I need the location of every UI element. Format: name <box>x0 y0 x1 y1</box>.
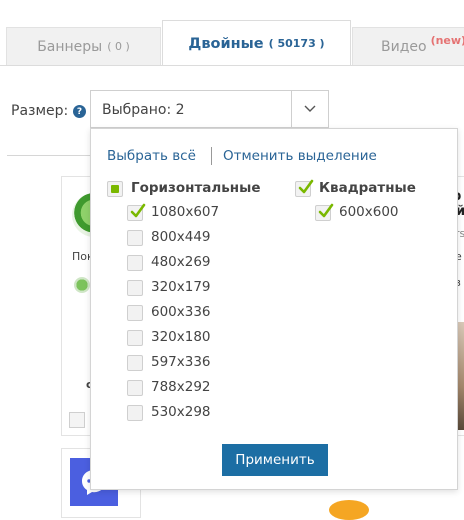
size-option-label: 530x298 <box>151 404 211 420</box>
size-option-label: 597x336 <box>151 354 211 370</box>
chevron-down-icon[interactable] <box>291 91 328 127</box>
tab-double[interactable]: Двойные ( 50173 ) <box>162 20 351 66</box>
card-image <box>329 500 369 520</box>
group-label: Горизонтальные <box>131 180 261 196</box>
size-option-checkbox[interactable] <box>127 405 143 421</box>
tabs-bar: Баннеры ( 0 ) Двойные ( 50173 ) Видео (n… <box>0 0 464 66</box>
tab-banners-count: ( 0 ) <box>107 40 130 53</box>
size-select-value: Выбрано: 2 <box>102 102 185 118</box>
checkmark-icon <box>318 203 334 218</box>
checkmark-icon <box>130 203 146 218</box>
size-option-checkbox[interactable] <box>127 355 143 371</box>
size-label: Размер: <box>11 103 69 119</box>
group-label: Квадратные <box>319 180 416 196</box>
tab-banners-label: Баннеры <box>37 38 103 55</box>
size-option-checkbox[interactable] <box>127 203 146 221</box>
tab-double-count: ( 50173 ) <box>268 37 325 50</box>
group-checkbox[interactable] <box>107 181 123 197</box>
size-option-checkbox[interactable] <box>127 255 143 271</box>
size-option-label: 800x449 <box>151 229 211 245</box>
divider <box>7 155 91 156</box>
help-icon[interactable]: ? <box>73 105 86 118</box>
link-separator <box>211 147 212 165</box>
apply-button[interactable]: Применить <box>222 444 328 476</box>
tab-divider <box>0 65 464 66</box>
checkmark-icon <box>298 179 314 194</box>
tab-double-label: Двойные <box>188 35 264 52</box>
size-option-checkbox[interactable] <box>127 330 143 346</box>
size-option-label: 600x600 <box>339 204 399 220</box>
size-option-checkbox[interactable] <box>315 203 334 221</box>
size-option-checkbox[interactable] <box>127 230 143 246</box>
new-badge: (new) <box>430 34 464 47</box>
partial-indicator <box>111 185 119 193</box>
size-dropdown-panel: Выбрать всё Отменить выделение Горизонта… <box>90 128 458 490</box>
size-option-checkbox[interactable] <box>127 280 143 296</box>
size-option-label: 320x180 <box>151 329 211 345</box>
size-option-label: 788x292 <box>151 379 211 395</box>
card-select-checkbox[interactable] <box>69 412 85 428</box>
select-all-link[interactable]: Выбрать всё <box>107 148 196 164</box>
tab-video-label: Видео <box>381 38 427 55</box>
deselect-all-link[interactable]: Отменить выделение <box>223 148 377 164</box>
size-option-label: 320x179 <box>151 279 211 295</box>
size-option-label: 1080x607 <box>151 204 220 220</box>
tab-video[interactable]: Видео (new) <box>352 27 464 65</box>
small-avatar <box>74 277 90 293</box>
tab-banners[interactable]: Баннеры ( 0 ) <box>6 27 161 65</box>
size-option-checkbox[interactable] <box>127 305 143 321</box>
size-select[interactable]: Выбрано: 2 <box>90 90 329 128</box>
size-option-label: 600x336 <box>151 304 211 320</box>
size-option-label: 480x269 <box>151 254 211 270</box>
size-option-checkbox[interactable] <box>127 380 143 396</box>
group-checkbox[interactable] <box>295 179 314 197</box>
